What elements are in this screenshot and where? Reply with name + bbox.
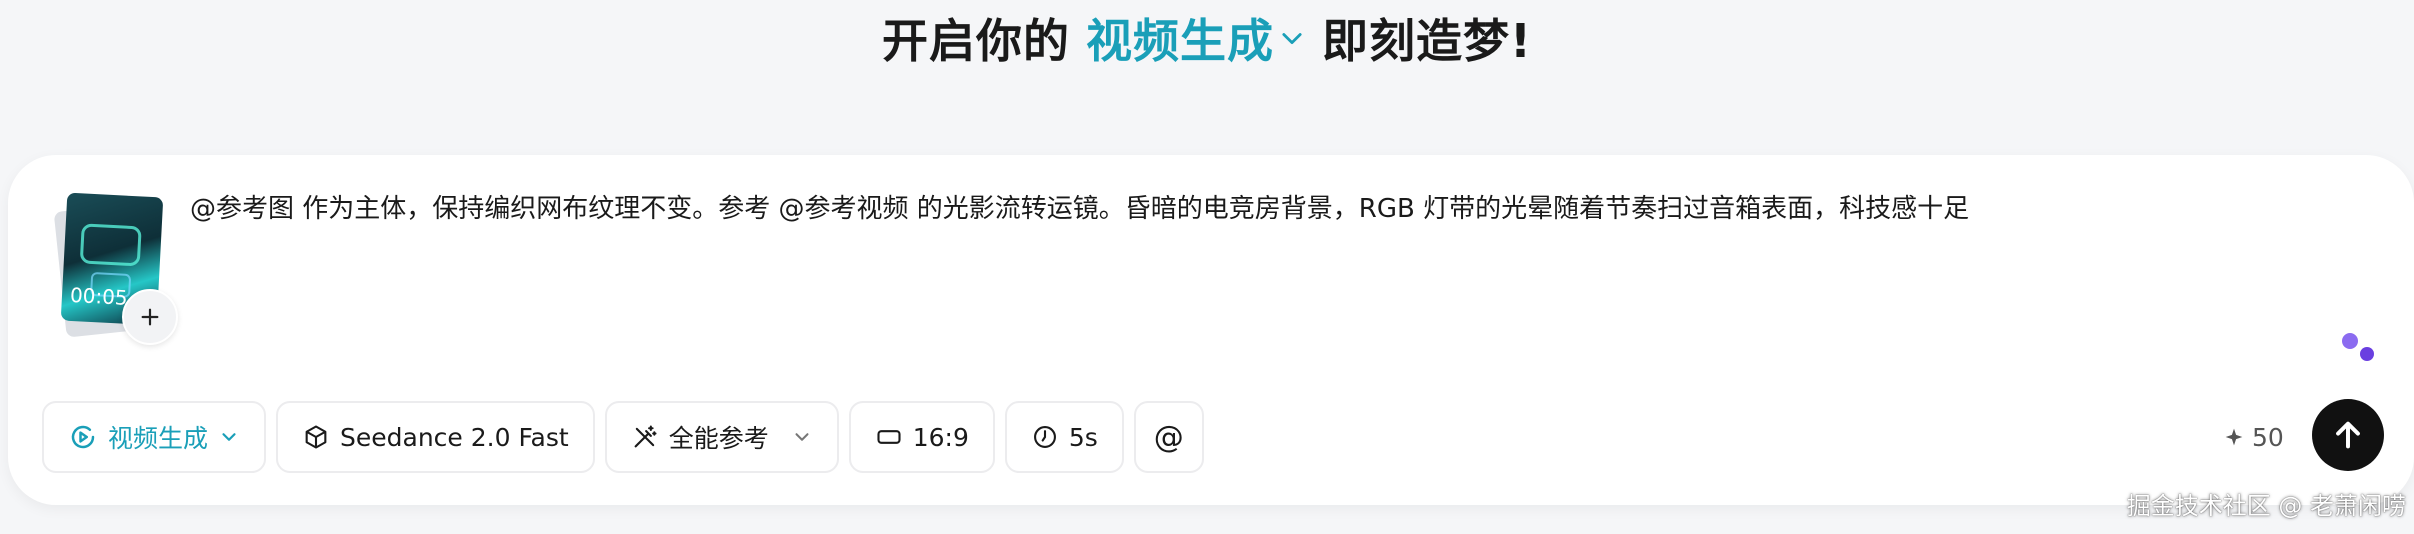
plus-icon [141,308,159,326]
aspect-ratio-label: 16:9 [912,422,969,452]
mention-label: @ [1153,419,1184,455]
headline-mode-label: 视频生成 [1086,14,1274,68]
prompt-input[interactable]: @参考图 作为主体，保持编织网布纹理不变。参考 @参考视频 的光影流转运镜。昏暗… [190,189,2240,229]
chevron-down-icon [222,433,236,441]
duration-label: 5s [1068,422,1098,452]
headline-suffix: 即刻造梦! [1322,14,1532,68]
aspect-ratio-icon [877,430,901,444]
loading-dots-icon [2334,333,2374,373]
credit-value: 50 [2252,422,2284,452]
headline-mode-dropdown[interactable]: 视频生成 [1086,5,1306,71]
sparkle-icon [2225,428,2243,446]
mention-button[interactable]: @ [1133,401,1204,473]
chevron-down-icon [795,433,809,441]
model-select-label: Seedance 2.0 Fast [340,422,569,452]
generation-toolbar: 视频生成 Seedance 2.0 Fast 全能参考 16:9 5s @ [42,401,1204,475]
prompt-card: 00:05 @参考图 作为主体，保持编织网布纹理不变。参考 @参考视频 的光影流… [8,155,2414,505]
chevron-down-icon [1282,33,1302,45]
loading-dot [2360,347,2374,361]
video-play-icon [71,425,95,449]
headline-prefix: 开启你的 [882,14,1070,68]
cube-icon [305,425,327,449]
video-timecode: 00:05 [69,282,129,310]
credit-cost: 50 [2224,417,2284,457]
send-button[interactable] [2312,399,2384,471]
model-select-button[interactable]: Seedance 2.0 Fast [276,401,595,473]
arrow-up-icon [2336,421,2360,449]
reference-mode-content: 全能参考 [631,419,769,455]
mode-select-button[interactable]: 视频生成 [42,401,267,473]
reference-mode-label: 全能参考 [668,424,769,453]
mode-select-label: 视频生成 [108,424,209,453]
reference-mode-button[interactable]: 全能参考 [604,401,839,473]
watermark: 掘金技术社区 @ 老萧闲唠 [2126,492,2406,520]
loading-dot [2342,333,2358,349]
thumbnail-glow [79,223,142,267]
page-headline: 开启你的 视频生成 即刻造梦! [0,0,2414,76]
aspect-ratio-button[interactable]: 16:9 [848,401,995,473]
add-reference-button[interactable] [122,289,178,345]
magic-wand-icon [634,425,657,448]
reference-media[interactable]: 00:05 [53,192,184,345]
duration-button[interactable]: 5s [1004,401,1124,473]
clock-icon [1033,426,1056,448]
